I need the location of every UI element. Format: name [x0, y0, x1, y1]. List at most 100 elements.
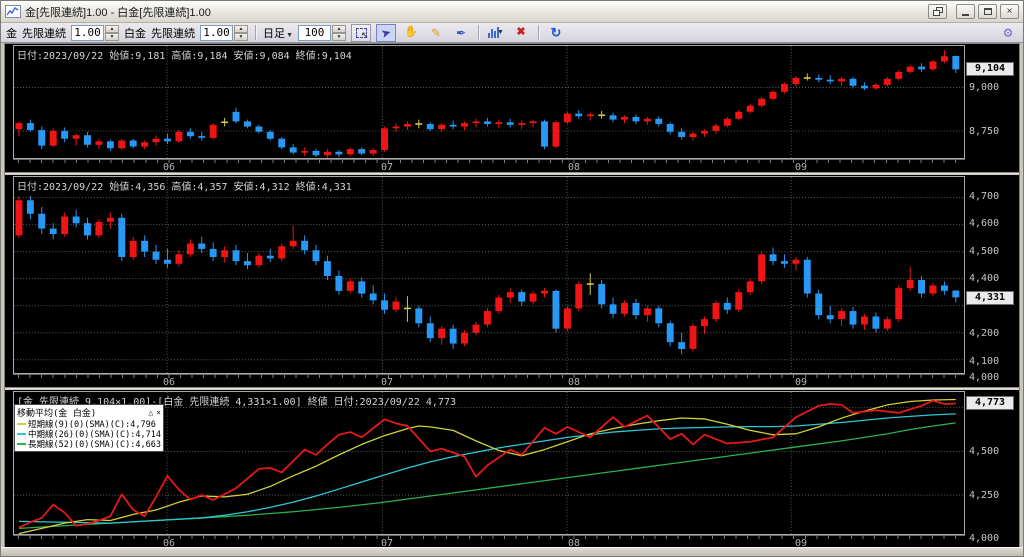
platinum-chart-panel[interactable]: 日付:2023/09/22 始値:4,356 高値:4,357 安値:4,312…: [5, 175, 1019, 388]
y-axis-label: 4,250: [969, 490, 1000, 502]
spin-down-icon[interactable]: ▼: [332, 32, 346, 41]
y-axis-label: 8,750: [969, 126, 1000, 138]
settings-button[interactable]: ⚙: [998, 24, 1018, 42]
maximize-icon: [983, 8, 992, 15]
y-axis-label: 9,000: [969, 81, 1000, 93]
x-axis-label: 07: [381, 162, 394, 173]
legend-item-sma-long: 長期線(52)(0)(SMA)(C):4,663: [17, 439, 161, 450]
panel-svg-1: [14, 177, 964, 373]
spin-down-icon[interactable]: ▼: [234, 32, 248, 41]
spread-plot[interactable]: [金 先限連続 9,104×1.00]-[白金 先限連続 4,331×1.00]…: [13, 391, 965, 535]
gold-ratio-input[interactable]: [71, 24, 104, 41]
bar-count-input[interactable]: [298, 24, 331, 41]
region-select-button[interactable]: ↖: [351, 23, 371, 42]
spin-up-icon[interactable]: ▲: [105, 24, 119, 33]
panel-svg-0: [14, 46, 964, 158]
sma-short-swatch: [17, 423, 26, 425]
platinum-ratio-input[interactable]: [200, 24, 233, 41]
x-axis-label: 06: [163, 377, 176, 388]
cursor-tool-button[interactable]: ➤: [376, 23, 396, 42]
delete-chart-icon: ✖: [516, 26, 526, 38]
gold-chart-panel[interactable]: 日付:2023/09/22 始値:9,181 高値:9,184 安値:9,084…: [5, 44, 1019, 173]
pen-tool-button[interactable]: ✒: [451, 24, 471, 42]
y-axis-label: 4,400: [969, 273, 1000, 285]
app-chart-icon: [5, 5, 21, 18]
chevron-down-icon: ▼: [497, 29, 504, 36]
current-price-label: 4,773: [966, 396, 1014, 410]
x-axis-label: 09: [795, 162, 808, 173]
chevron-down-icon: ▼: [286, 31, 293, 39]
title-bar[interactable]: 金[先限連続]1.00 - 白金[先限連続]1.00 ×: [1, 1, 1023, 23]
delete-chart-button[interactable]: ✖: [511, 24, 531, 42]
spread-chart-panel[interactable]: [金 先限連続 9,104×1.00]-[白金 先限連続 4,331×1.00]…: [5, 390, 1019, 549]
cursor-icon: ➤: [379, 24, 393, 41]
period-combo[interactable]: 日足 ▼: [263, 25, 293, 41]
panel-gutter-2: 4,500 4,250 4,000 4,773: [965, 391, 1019, 548]
platinum-ratio-stepper: ▲ ▼: [200, 24, 248, 41]
app-window: 金[先限連続]1.00 - 白金[先限連続]1.00 × 金 先限連続 ▲ ▼ …: [0, 0, 1024, 557]
legend-collapse-icon[interactable]: △: [148, 408, 153, 417]
panel-gutter-1: 4,700 4,600 4,500 4,400 4,200 4,100 4,000 4,331: [965, 176, 1019, 387]
region-select-icon: ↖: [355, 27, 369, 39]
x-axis-label: 06: [163, 162, 176, 173]
current-price-label: 4,331: [966, 291, 1014, 305]
minimize-icon: [962, 14, 969, 16]
period-label: 日足: [263, 27, 285, 40]
platinum-symbol-label: 白金: [124, 27, 146, 40]
y-axis-label: 4,500: [969, 445, 1000, 457]
y-axis-label: 4,200: [969, 328, 1000, 340]
current-price-label: 9,104: [966, 62, 1014, 76]
x-axis-label: 08: [568, 377, 581, 388]
panel-gutter-0: 9,000 8,750 9,104: [965, 45, 1019, 172]
toolbar: 金 先限連続 ▲ ▼ 白金 先限連続 ▲ ▼ 日足 ▼ ▲ ▼: [1, 23, 1023, 43]
spin-up-icon[interactable]: ▲: [332, 24, 346, 33]
chart-area: 日付:2023/09/22 始値:9,181 高値:9,184 安値:9,084…: [4, 43, 1020, 549]
pan-tool-button[interactable]: ✋: [401, 24, 421, 42]
moving-average-legend: 移動平均(金 白金) △ × 短期線(9)(0)(SMA)(C):4,796 中…: [14, 404, 164, 452]
refresh-icon: ↻: [550, 25, 562, 40]
gold-plot[interactable]: 日付:2023/09/22 始値:9,181 高値:9,184 安値:9,084…: [13, 45, 965, 159]
layer-window-icon: [932, 7, 943, 16]
pen-icon: ✒: [455, 25, 467, 40]
gold-ratio-stepper: ▲ ▼: [71, 24, 119, 41]
layer-window-button[interactable]: [928, 4, 947, 19]
spin-down-icon[interactable]: ▼: [105, 32, 119, 41]
y-axis-label: 4,600: [969, 218, 1000, 230]
chart-type-button[interactable]: ▼: [486, 24, 506, 42]
panel-xaxis-0: 06 07 08 09: [13, 159, 965, 173]
window-bottom-edge: [1, 547, 1023, 556]
sma-mid-swatch: [17, 433, 26, 435]
platinum-plot[interactable]: 日付:2023/09/22 始値:4,356 高値:4,357 安値:4,312…: [13, 176, 965, 374]
legend-close-icon[interactable]: ×: [156, 408, 161, 417]
spin-up-icon[interactable]: ▲: [234, 24, 248, 33]
toolbar-separator: [538, 25, 539, 40]
hand-icon: ✋: [404, 26, 418, 38]
draw-tool-button[interactable]: ✎: [426, 24, 446, 42]
y-axis-label: 4,000: [969, 372, 1000, 383]
bar-count-stepper: ▲ ▼: [298, 24, 346, 41]
wrench-icon: ⚙: [1002, 25, 1014, 40]
x-axis-label: 07: [381, 377, 394, 388]
gold-symbol-label: 金: [6, 27, 17, 40]
gold-series-label: 先限連続: [22, 27, 66, 40]
panel-xaxis-1: 06 07 08 09: [13, 374, 965, 388]
y-axis-label: 4,000: [969, 533, 1000, 544]
platinum-ohlc-header: 日付:2023/09/22 始値:4,356 高値:4,357 安値:4,312…: [17, 182, 352, 193]
y-axis-label: 4,500: [969, 245, 1000, 257]
x-axis-label: 08: [568, 162, 581, 173]
y-axis-label: 4,700: [969, 190, 1000, 202]
sma-long-swatch: [17, 443, 26, 445]
x-axis-label: 09: [795, 377, 808, 388]
legend-label: 長期線(52)(0)(SMA)(C):4,663: [28, 440, 161, 450]
window-title: 金[先限連続]1.00 - 白金[先限連続]1.00: [25, 6, 211, 19]
pencil-icon: ✎: [430, 25, 442, 40]
platinum-series-label: 先限連続: [151, 27, 195, 40]
toolbar-separator: [478, 25, 479, 40]
close-button[interactable]: ×: [1000, 4, 1019, 19]
y-axis-label: 4,100: [969, 355, 1000, 367]
refresh-button[interactable]: ↻: [546, 24, 566, 42]
toolbar-separator: [255, 25, 256, 40]
minimize-button[interactable]: [956, 4, 975, 19]
maximize-button[interactable]: [978, 4, 997, 19]
gold-ohlc-header: 日付:2023/09/22 始値:9,181 高値:9,184 安値:9,084…: [17, 51, 352, 62]
